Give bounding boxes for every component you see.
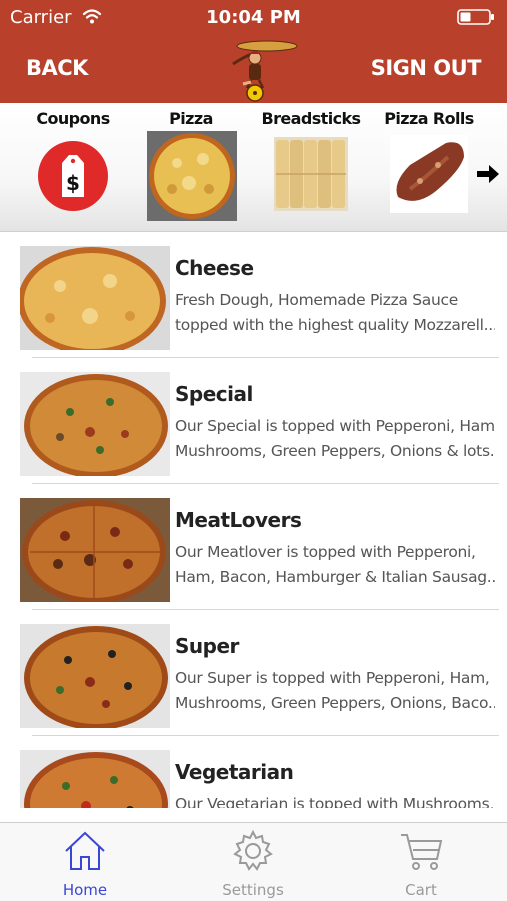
product-title: Cheese (175, 256, 254, 280)
tab-bar: Home Settings Cart (0, 822, 507, 901)
product-title: Super (175, 634, 239, 658)
tab-label: Cart (405, 881, 437, 899)
arrow-right-icon[interactable] (475, 163, 501, 185)
category-coupons[interactable]: Coupons $ (18, 103, 128, 231)
category-pizza-rolls[interactable]: Pizza Rolls (374, 103, 484, 231)
pizza-delivery-logo-icon (232, 40, 298, 102)
cheese-pizza-image (20, 246, 170, 350)
super-pizza-image (20, 624, 170, 728)
tab-label: Settings (222, 881, 284, 899)
product-row-special[interactable]: Special Our Special is topped with Peppe… (0, 358, 507, 484)
product-description: Fresh Dough, Homemade Pizza Sauce topped… (175, 291, 495, 334)
category-label: Pizza Rolls (384, 109, 474, 128)
category-label: Coupons (36, 109, 110, 128)
price-tag-dollar-icon: $ (38, 141, 108, 211)
svg-text:$: $ (66, 171, 80, 195)
breadsticks-thumbnail (274, 137, 348, 211)
nav-bar: BACK SIGN OUT (0, 34, 507, 103)
product-list: Cheese Fresh Dough, Homemade Pizza Sauce… (0, 232, 507, 808)
product-title: Vegetarian (175, 760, 294, 784)
product-description: Our Super is topped with Pepperoni, Ham,… (175, 669, 495, 712)
product-description: Our Special is topped with Pepperoni, Ha… (175, 417, 495, 460)
status-bar: Carrier 10:04 PM (0, 0, 507, 34)
category-pizza[interactable]: Pizza (136, 103, 246, 231)
special-pizza-image (20, 372, 170, 476)
battery-icon (457, 9, 494, 25)
product-row-meatlovers[interactable]: MeatLovers Our Meatlover is topped with … (0, 484, 507, 610)
tab-cart[interactable]: Cart (356, 823, 486, 901)
gear-icon (233, 829, 273, 871)
category-strip: Coupons $ Pizza Breadsticks Pizza Rolls (0, 103, 507, 232)
product-row-super[interactable]: Super Our Super is topped with Pepperoni… (0, 610, 507, 736)
product-title: MeatLovers (175, 508, 302, 532)
product-description: Our Meatlover is topped with Pepperoni, … (175, 543, 495, 586)
product-description: Our Vegetarian is topped with Mushrooms, (175, 795, 494, 808)
meatlovers-pizza-image (20, 498, 170, 602)
pizza-roll-thumbnail (390, 135, 468, 213)
product-row-vegetarian[interactable]: Vegetarian Our Vegetarian is topped with… (0, 736, 507, 808)
category-breadsticks[interactable]: Breadsticks (256, 103, 366, 231)
vegetarian-pizza-image (20, 750, 170, 808)
tab-label: Home (62, 881, 108, 899)
tab-home[interactable]: Home (20, 823, 150, 901)
status-time: 10:04 PM (206, 7, 301, 28)
home-icon (65, 831, 105, 870)
sign-out-button[interactable]: SIGN OUT (371, 56, 482, 80)
cart-icon (401, 834, 443, 870)
pizza-thumbnail (147, 131, 237, 221)
product-row-cheese[interactable]: Cheese Fresh Dough, Homemade Pizza Sauce… (0, 232, 507, 358)
category-label: Pizza (169, 109, 213, 128)
product-title: Special (175, 382, 253, 406)
tab-settings[interactable]: Settings (188, 823, 318, 901)
category-label: Breadsticks (261, 109, 362, 128)
back-button[interactable]: BACK (26, 56, 88, 80)
